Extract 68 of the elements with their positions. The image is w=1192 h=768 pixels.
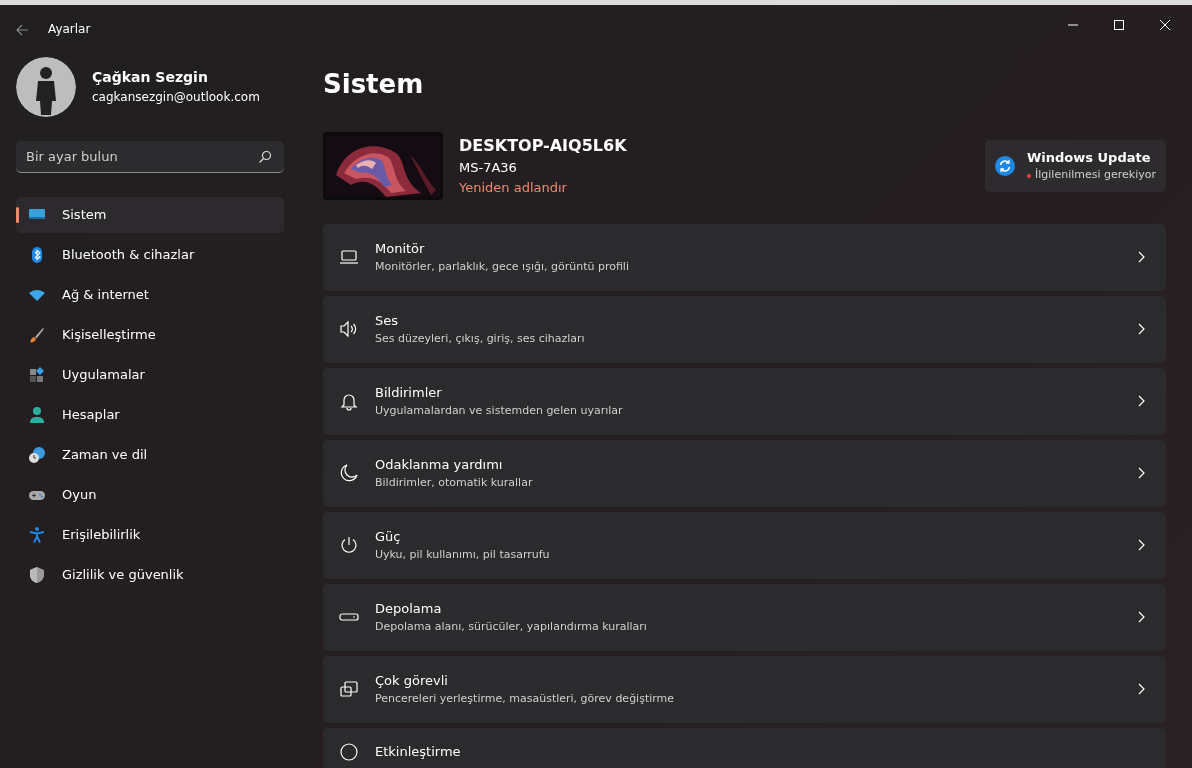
row-title: Çok görevli <box>375 672 449 691</box>
close-icon <box>1160 20 1170 30</box>
device-model: MS-7A36 <box>459 159 517 178</box>
apps-icon <box>28 365 46 384</box>
bell-icon <box>339 391 359 412</box>
settings-row[interactable]: Çok görevli Pencereleri yerleştirme, masaüstleri, görev değiştirme <box>323 655 1166 723</box>
row-subtitle: Bildirimler, otomatik kurallar <box>375 474 534 491</box>
sidebar-item[interactable]: Erişilebilirlik <box>16 516 284 553</box>
avatar <box>16 56 76 117</box>
sidebar-item[interactable]: Sistem <box>16 196 284 233</box>
chevron-icon <box>1136 539 1146 552</box>
sidebar-item[interactable]: Ağ & internet <box>16 276 284 313</box>
user-name: Çağkan Sezgin <box>92 68 209 88</box>
row-title: Güç <box>375 528 402 547</box>
sidebar-item[interactable]: Oyun <box>16 476 284 513</box>
sync-icon <box>995 155 1015 176</box>
settings-row[interactable]: Ses Ses düzeyleri, çıkış, giriş, ses cihazları <box>323 295 1166 363</box>
row-title: Monitör <box>375 240 426 259</box>
user-email: cagkansezgin@outlook.com <box>92 89 260 107</box>
power-icon <box>339 535 359 556</box>
chevron-icon <box>1136 467 1146 480</box>
row-title: Ses <box>375 312 400 331</box>
sidebar-item[interactable]: Uygulamalar <box>16 356 284 393</box>
sidebar-item[interactable]: Hesaplar <box>16 396 284 433</box>
windows-stack-icon <box>339 679 359 700</box>
settings-row[interactable]: Odaklanma yardımı Bildirimler, otomatik kurallar <box>323 439 1166 507</box>
moon-icon <box>339 463 359 484</box>
page-title: Sistem <box>323 67 425 101</box>
row-subtitle: Ses düzeyleri, çıkış, giriş, ses cihazları <box>375 330 586 347</box>
row-title: Etkinleştirme <box>375 742 462 761</box>
shield-icon <box>28 565 46 584</box>
row-title: Odaklanma yardımı <box>375 456 504 475</box>
row-subtitle: Depolama alanı, sürücüler, yapılandırma kuralları <box>375 618 648 635</box>
settings-row[interactable]: Monitör Monitörler, parlaklık, gece ışığı, görüntü profili <box>323 223 1166 291</box>
row-title: Bildirimler <box>375 384 443 403</box>
chevron-icon <box>1136 395 1146 408</box>
rename-link[interactable]: Yeniden adlandır <box>459 177 567 198</box>
clock-globe-icon <box>28 445 46 464</box>
update-title: Windows Update <box>1027 148 1152 167</box>
maximize-icon <box>1114 20 1124 30</box>
row-title: Depolama <box>375 600 443 619</box>
update-tile[interactable]: Windows Update İlgilenilmesi gerekiyor <box>985 139 1166 192</box>
settings-row[interactable]: Güç Uyku, pil kullanımı, pil tasarrufu <box>323 511 1166 579</box>
warning-dot <box>1027 173 1031 178</box>
settings-row[interactable]: Depolama Depolama alanı, sürücüler, yapılandırma kuralları <box>323 583 1166 651</box>
chevron-icon <box>1136 683 1146 696</box>
brush-icon <box>28 325 46 344</box>
row-subtitle: Pencereleri yerleştirme, masaüstleri, görev değiştirme <box>375 690 676 707</box>
settings-row[interactable]: Bildirimler Uygulamalardan ve sistemden gelen uyarılar <box>323 367 1166 435</box>
person-icon <box>28 405 46 424</box>
search-field[interactable]: Bir ayar bulun <box>16 140 284 173</box>
sidebar-item[interactable]: Kişiselleştirme <box>16 316 284 353</box>
speaker-icon <box>339 319 359 340</box>
device-name: DESKTOP-AIQ5L6K <box>459 135 627 158</box>
accessibility-icon <box>28 525 46 544</box>
window-title: Ayarlar <box>48 20 91 38</box>
chevron-icon <box>1136 611 1146 624</box>
settings-row[interactable]: Etkinleştirme <box>323 727 1166 768</box>
sidebar-item[interactable]: Bluetooth & cihazlar <box>16 236 284 273</box>
row-subtitle: Uyku, pil kullanımı, pil tasarrufu <box>375 546 551 563</box>
search-icon <box>258 149 272 164</box>
row-subtitle: Uygulamalardan ve sistemden gelen uyarılar <box>375 402 624 419</box>
chevron-icon <box>1136 323 1146 336</box>
chevron-icon <box>1136 251 1146 264</box>
sidebar-item[interactable]: Zaman ve dil <box>16 436 284 473</box>
update-status: İlgilenilmesi gerekiyor <box>1035 167 1156 184</box>
row-subtitle: Monitörler, parlaklık, gece ışığı, görüntü profili <box>375 258 630 275</box>
sidebar-item[interactable]: Gizlilik ve güvenlik <box>16 556 284 593</box>
